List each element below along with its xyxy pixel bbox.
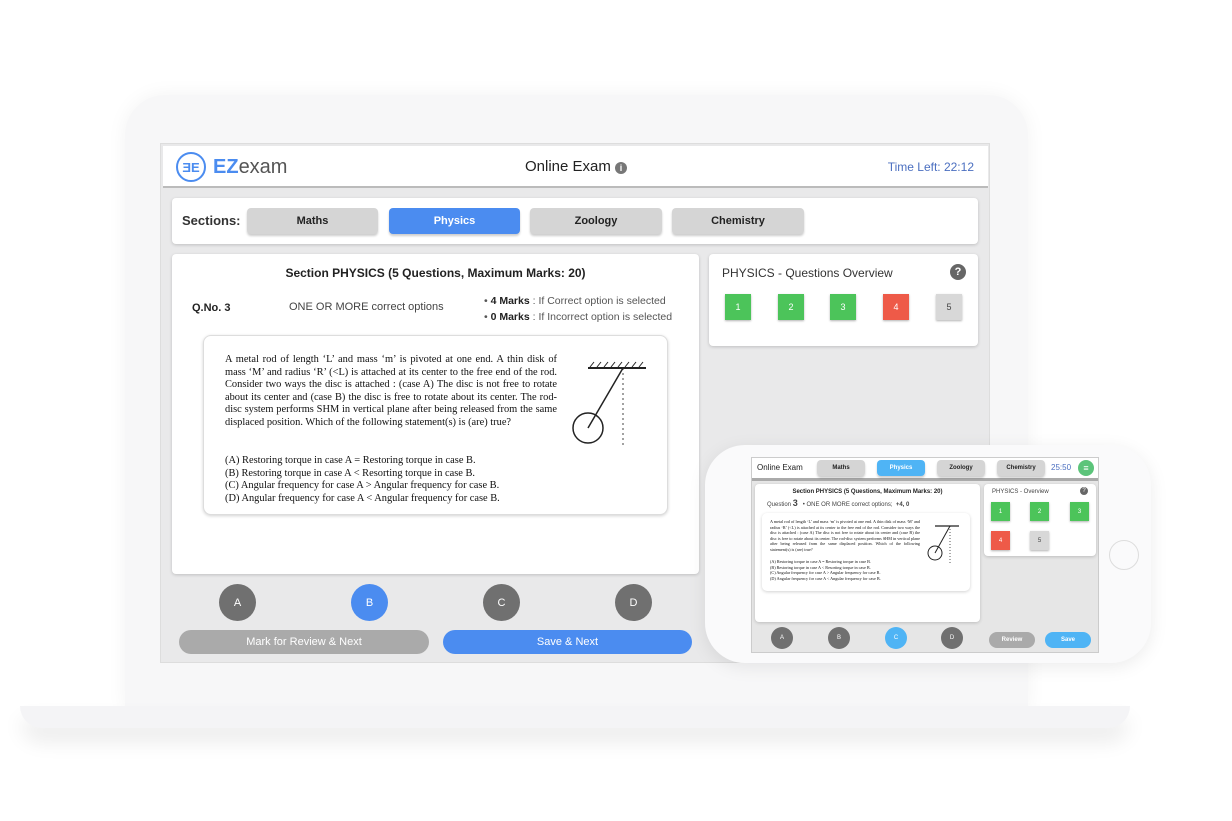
phone-option-a[interactable]: A [771,627,793,649]
overview-panel: PHYSICS - Questions Overview ? 1 2 3 4 5 [709,254,978,346]
question-tile-3[interactable]: 3 [830,294,856,320]
tab-physics[interactable]: Physics [389,208,520,234]
laptop-base [20,706,1130,728]
phone-overview-title: PHYSICS - Overview [992,489,1049,495]
save-next-button[interactable]: Save & Next [443,630,692,654]
phone-tab-physics[interactable]: Physics [877,460,925,476]
phone-choices: (A) Restoring torque in case A = Restori… [770,559,881,581]
time-left: Time Left: 22:12 [887,160,974,174]
hamburger-icon[interactable]: ≡ [1078,460,1094,476]
phone-option-b[interactable]: B [828,627,850,649]
page-title: Online Exam i [525,158,628,175]
question-number: Q.No. 3 [192,302,231,314]
logo-text: EZexam [213,156,288,178]
phone-option-d[interactable]: D [941,627,963,649]
question-tile-1[interactable]: 1 [725,294,751,320]
phone-overview-panel: PHYSICS - Overview ? 1 2 3 4 5 [984,484,1096,556]
question-text: A metal rod of length ‘L’ and mass ‘m’ i… [225,354,557,428]
phone-question-line: Question 3 • ONE OR MORE correct options… [767,498,910,508]
phone-tile-5[interactable]: 5 [1030,531,1049,550]
phone-screen: Online Exam Maths Physics Zoology Chemis… [751,457,1099,653]
phone-home-button [1109,540,1139,570]
phone-help-icon[interactable]: ? [1080,487,1088,495]
marking-scheme: • 4 Marks : If Correct option is selecte… [484,295,673,323]
sections-bar: Sections: Maths Physics Zoology Chemistr… [172,198,978,244]
phone-question-text: A metal rod of length ‘L’ and mass ‘m’ i… [770,519,920,552]
mark-review-button[interactable]: Mark for Review & Next [179,630,429,654]
phone-tile-3[interactable]: 3 [1070,502,1089,521]
option-a[interactable]: A [219,584,256,621]
phone-review-button[interactable]: Review [989,632,1035,648]
tab-chemistry[interactable]: Chemistry [672,208,804,234]
option-c[interactable]: C [483,584,520,621]
section-title: Section PHYSICS (5 Questions, Maximum Ma… [285,266,586,280]
phone-section-title: Section PHYSICS (5 Questions, Maximum Ma… [792,489,943,495]
phone-pendulum-diagram [927,525,959,563]
sections-label: Sections: [182,213,241,228]
question-panel: Section PHYSICS (5 Questions, Maximum Ma… [172,254,699,574]
phone-tab-zoology[interactable]: Zoology [937,460,985,476]
phone-option-c[interactable]: C [885,627,907,649]
phone-tile-1[interactable]: 1 [991,502,1010,521]
choices: (A) Restoring torque in case A = Restori… [225,455,500,504]
phone-tab-chemistry[interactable]: Chemistry [997,460,1045,476]
question-card: A metal rod of length ‘L’ and mass ‘m’ i… [203,335,668,515]
question-tile-5[interactable]: 5 [936,294,962,320]
overview-title: PHYSICS - Questions Overview [722,266,893,280]
tab-zoology[interactable]: Zoology [530,208,662,234]
question-tile-4[interactable]: 4 [883,294,909,320]
option-d[interactable]: D [615,584,652,621]
phone-timer: 25:50 [1051,463,1072,472]
question-tile-2[interactable]: 2 [778,294,804,320]
option-b[interactable]: B [351,584,388,621]
phone-tab-maths[interactable]: Maths [817,460,865,476]
phone-header: Online Exam Maths Physics Zoology Chemis… [752,458,1098,481]
phone-tile-2[interactable]: 2 [1030,502,1049,521]
logo-icon: ƎE [176,152,206,182]
phone-save-button[interactable]: Save [1045,632,1091,648]
phone-title: Online Exam [757,463,803,472]
info-icon[interactable]: i [615,162,628,174]
pendulum-diagram [572,361,646,446]
header: ƎE EZexam Online Exam i Time Left: 22:12 [163,146,988,188]
help-icon[interactable]: ? [950,264,966,280]
tab-maths[interactable]: Maths [247,208,378,234]
phone-tile-4[interactable]: 4 [991,531,1010,550]
question-type: ONE OR MORE correct options [289,301,444,313]
phone-question-card: A metal rod of length ‘L’ and mass ‘m’ i… [762,513,970,591]
phone-question-panel: Section PHYSICS (5 Questions, Maximum Ma… [755,484,980,622]
